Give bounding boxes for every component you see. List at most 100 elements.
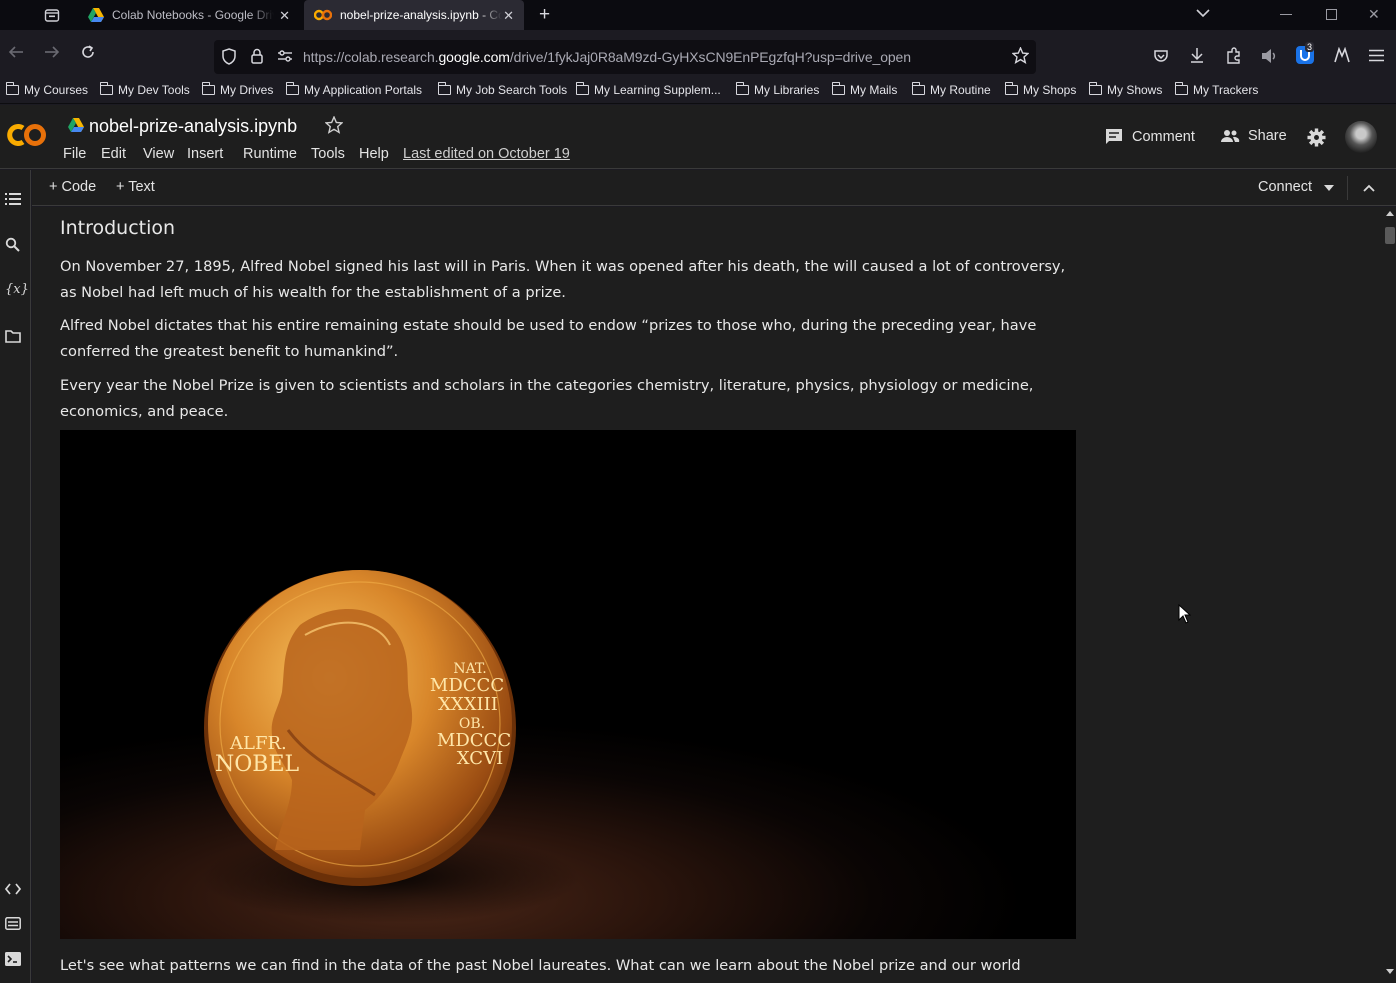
folder-icon — [285, 82, 299, 95]
forward-arrow-icon[interactable] — [44, 44, 60, 60]
svg-text:MDCCC: MDCCC — [430, 675, 504, 696]
folder-icon — [5, 82, 19, 95]
bookmark-folder-job-search-tools[interactable]: My Job Search Tools — [437, 82, 567, 97]
comment-button[interactable]: Comment — [1105, 128, 1195, 145]
lock-icon[interactable] — [250, 48, 264, 64]
bookmarks-toolbar: My Courses My Dev Tools My Drives My App… — [0, 80, 1396, 104]
scroll-up-icon[interactable] — [1386, 211, 1394, 216]
menu-runtime[interactable]: Runtime — [243, 146, 297, 162]
new-tab-button[interactable]: + — [539, 4, 550, 26]
reload-icon[interactable] — [80, 44, 96, 60]
speaker-icon[interactable] — [1261, 48, 1279, 64]
code-snippets-icon[interactable] — [5, 883, 21, 895]
notebook-content[interactable]: Introduction On November 27, 1895, Alfre… — [32, 207, 1384, 983]
tab-title: nobel-prize-analysis.ipynb - Colab — [340, 8, 502, 22]
menu-view[interactable]: View — [143, 146, 174, 162]
close-window-icon[interactable]: ✕ — [1368, 6, 1380, 23]
settings-gear-icon[interactable] — [1307, 128, 1326, 147]
add-text-cell-button[interactable]: + Text — [116, 179, 155, 195]
scrollbar-thumb[interactable] — [1385, 227, 1395, 244]
markdown-paragraph: Alfred Nobel dictates that his entire re… — [60, 317, 1037, 360]
bookmark-folder-trackers[interactable]: My Trackers — [1174, 82, 1258, 97]
svg-text:ALFR.: ALFR. — [229, 733, 287, 754]
nobel-medal-image: ALFR. NOBEL NAT. MDCCC XXXIII OB. MDCCC … — [60, 430, 1076, 939]
folder-icon — [575, 82, 589, 95]
markdown-paragraph: Let's see what patterns we can find in t… — [60, 957, 1021, 974]
terminal-icon[interactable] — [5, 952, 21, 966]
folder-icon — [201, 82, 215, 95]
mouse-pointer-icon — [1178, 604, 1191, 624]
last-edited-link[interactable]: Last edited on October 19 — [403, 146, 570, 162]
left-sidebar: {x} — [0, 170, 31, 983]
scroll-down-icon[interactable] — [1386, 969, 1394, 974]
bookmark-folder-libraries[interactable]: My Libraries — [735, 82, 819, 97]
share-button[interactable]: Share — [1220, 128, 1287, 144]
folder-icon — [911, 82, 925, 95]
bookmark-folder-learning[interactable]: My Learning Supplem... — [575, 82, 721, 97]
tab-nobel-prize-analysis[interactable]: nobel-prize-analysis.ipynb - Colab ✕ — [304, 0, 524, 30]
notebook-scrollbar[interactable] — [1384, 207, 1396, 983]
people-icon — [1220, 129, 1240, 143]
bookmark-folder-shows[interactable]: My Shows — [1088, 82, 1162, 97]
maximize-window-icon[interactable] — [1326, 9, 1337, 20]
notebook-title[interactable]: nobel-prize-analysis.ipynb — [89, 116, 297, 137]
menu-help[interactable]: Help — [359, 146, 389, 162]
collapse-header-chevron-icon[interactable] — [1363, 184, 1375, 192]
menu-tools[interactable]: Tools — [311, 146, 345, 162]
section-heading: Introduction — [60, 217, 176, 239]
browser-tab-strip: Colab Notebooks - Google Drive ✕ nobel-p… — [0, 0, 1396, 30]
tab-colab-notebooks-drive[interactable]: Colab Notebooks - Google Drive ✕ — [78, 0, 300, 30]
variables-icon[interactable]: {x} — [5, 282, 29, 297]
folder-icon — [1174, 82, 1188, 95]
bookmark-folder-routine[interactable]: My Routine — [911, 82, 991, 97]
folder-icon — [437, 82, 451, 95]
menu-insert[interactable]: Insert — [187, 146, 223, 162]
search-icon[interactable] — [5, 237, 20, 252]
back-arrow-icon[interactable] — [8, 44, 24, 60]
tab-title: Colab Notebooks - Google Drive — [112, 8, 274, 22]
markdown-paragraph: Every year the Nobel Prize is given to s… — [60, 377, 1034, 420]
add-code-cell-button[interactable]: + Code — [49, 179, 96, 195]
command-palette-icon[interactable] — [5, 917, 21, 930]
extension-badge: 3 — [1305, 42, 1315, 52]
comment-icon — [1105, 128, 1123, 145]
site-permissions-icon[interactable] — [277, 49, 293, 63]
folder-icon — [831, 82, 845, 95]
tab-overview-icon[interactable] — [44, 7, 60, 23]
table-of-contents-icon[interactable] — [5, 192, 21, 206]
folder-icon — [1088, 82, 1102, 95]
bookmark-star-icon[interactable] — [1012, 47, 1029, 64]
pocket-icon[interactable] — [1153, 48, 1169, 64]
hamburger-menu-icon[interactable] — [1369, 49, 1384, 62]
bookmark-folder-drives[interactable]: My Drives — [201, 82, 273, 97]
download-icon[interactable] — [1189, 47, 1205, 64]
star-icon[interactable] — [325, 116, 343, 134]
menu-file[interactable]: File — [63, 146, 86, 162]
connect-dropdown-icon[interactable] — [1324, 185, 1334, 191]
google-drive-icon[interactable] — [68, 118, 84, 132]
colab-favicon-icon — [314, 9, 332, 21]
bookmark-folder-courses[interactable]: My Courses — [5, 82, 88, 97]
shield-icon[interactable] — [221, 48, 237, 65]
colab-logo[interactable] — [6, 121, 48, 149]
bookmark-folder-shops[interactable]: My Shops — [1004, 82, 1076, 97]
profile-extension-icon[interactable] — [1333, 47, 1351, 64]
avatar[interactable] — [1345, 121, 1377, 153]
minimize-window-icon[interactable] — [1280, 14, 1292, 15]
menu-edit[interactable]: Edit — [101, 146, 126, 162]
close-tab-icon[interactable]: ✕ — [503, 8, 514, 24]
files-folder-icon[interactable] — [5, 330, 21, 343]
extensions-puzzle-icon[interactable] — [1225, 47, 1242, 64]
markdown-paragraph: On November 27, 1895, Alfred Nobel signe… — [60, 258, 1066, 301]
folder-icon — [1004, 82, 1018, 95]
url-text[interactable]: https://colab.research.google.com/drive/… — [303, 49, 911, 65]
list-tabs-chevron-icon[interactable] — [1196, 8, 1210, 18]
bookmark-folder-dev-tools[interactable]: My Dev Tools — [99, 82, 190, 97]
connect-button[interactable]: Connect — [1258, 179, 1312, 195]
notebook-toolbar — [32, 170, 1396, 206]
close-tab-icon[interactable]: ✕ — [279, 8, 290, 24]
bookmark-folder-application-portals[interactable]: My Application Portals — [285, 82, 422, 97]
share-label: Share — [1248, 128, 1287, 144]
google-drive-icon — [88, 8, 104, 22]
bookmark-folder-mails[interactable]: My Mails — [831, 82, 897, 97]
